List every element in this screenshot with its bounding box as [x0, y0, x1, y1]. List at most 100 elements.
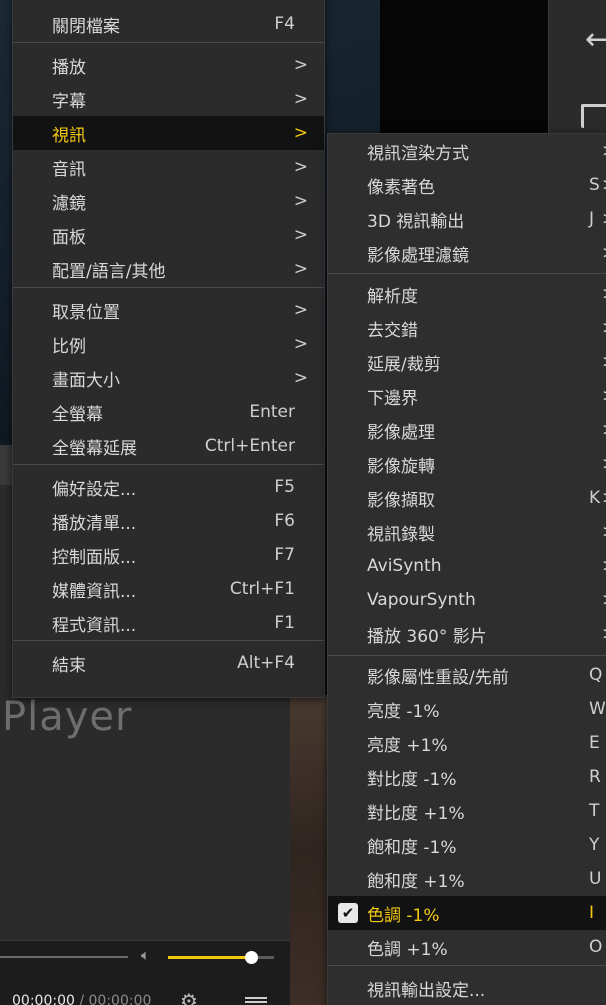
main-menu-item-label: 音訊: [52, 159, 86, 180]
menu-separator: [13, 464, 324, 465]
video-menu-item[interactable]: 播放 360° 影片 >: [328, 617, 606, 651]
video-menu-item[interactable]: ✔ 色調 -1% I: [328, 896, 606, 930]
video-menu-item[interactable]: 亮度 -1% W: [328, 692, 606, 726]
video-menu-item-label: 延展/裁剪: [367, 354, 441, 375]
main-menu-item[interactable]: 視訊 >: [13, 116, 324, 150]
main-menu-item-shortcut: F5: [274, 477, 295, 497]
submenu-arrow-icon: >: [293, 259, 308, 279]
main-menu-item-shortcut: Ctrl+Enter: [204, 436, 295, 456]
video-menu-item-label: 解析度: [367, 286, 418, 307]
main-menu-item[interactable]: 關閉檔案 F4: [13, 7, 324, 41]
hamburger-menu-icon[interactable]: [245, 997, 267, 1005]
folder-icon[interactable]: [581, 104, 606, 128]
video-menu-item[interactable]: 解析度 >: [328, 277, 606, 311]
video-menu-item[interactable]: 視訊渲染方式 >: [328, 134, 606, 168]
main-menu-item-label: 程式資訊...: [52, 615, 137, 636]
main-menu-item[interactable]: 偏好設定... F5: [13, 470, 324, 504]
main-menu-item[interactable]: 配置/語言/其他 >: [13, 252, 324, 286]
video-menu-item[interactable]: 飽和度 -1% Y: [328, 828, 606, 862]
video-menu-item[interactable]: 像素著色 S>: [328, 168, 606, 202]
submenu-arrow-icon: >: [602, 624, 606, 644]
volume-icon[interactable]: 🔈︎: [141, 946, 150, 964]
video-menu-item[interactable]: AviSynth >: [328, 549, 606, 583]
video-menu-item-label: 亮度 -1%: [367, 701, 440, 722]
submenu-arrow-icon: >: [293, 89, 308, 109]
submenu-arrow-icon: >: [293, 55, 308, 75]
video-menu-item-label: 影像處理: [367, 422, 435, 443]
video-menu-item-label: 下邊界: [367, 388, 418, 409]
video-menu-item-shortcut: W: [589, 699, 606, 719]
video-menu-item-shortcut: K: [589, 488, 601, 508]
main-menu-item-label: 全螢幕: [52, 404, 103, 425]
video-menu-item[interactable]: 延展/裁剪 >: [328, 345, 606, 379]
submenu-arrow-icon: >: [602, 590, 606, 610]
main-menu-item[interactable]: 比例 >: [13, 327, 324, 361]
main-menu-item-label: 媒體資訊...: [52, 581, 137, 602]
video-menu-item-label: VapourSynth: [367, 590, 476, 610]
video-submenu: 視訊渲染方式>像素著色S>3D 視訊輸出J>影像處理濾鏡>解析度>去交錯>延展/…: [327, 133, 606, 1005]
menu-separator: [13, 42, 324, 43]
volume-knob[interactable]: [244, 951, 258, 964]
main-menu-item[interactable]: 畫面大小 >: [13, 361, 324, 395]
submenu-arrow-icon: >: [602, 352, 606, 372]
time-display: 00:00:00 / 00:00:00: [12, 993, 151, 1005]
video-menu-item-shortcut: I: [589, 903, 595, 923]
main-menu-item[interactable]: 媒體資訊... Ctrl+F1: [13, 572, 324, 606]
main-menu-item[interactable]: 結束 Alt+F4: [13, 646, 324, 680]
main-menu-item[interactable]: 全螢幕延展 Ctrl+Enter: [13, 429, 324, 463]
video-menu-item[interactable]: 對比度 +1% T: [328, 794, 606, 828]
seek-bar[interactable]: [0, 956, 128, 958]
main-menu-item[interactable]: 播放 >: [13, 48, 324, 82]
video-menu-item[interactable]: 3D 視訊輸出 J >: [328, 202, 606, 236]
main-menu-item[interactable]: 音訊 >: [13, 150, 324, 184]
video-menu-item[interactable]: 亮度 +1% E: [328, 726, 606, 760]
video-menu-item[interactable]: 影像處理 >: [328, 413, 606, 447]
video-menu-item-label: 飽和度 -1%: [367, 837, 457, 858]
volume-slider[interactable]: [168, 951, 274, 964]
submenu-arrow-icon: >: [293, 191, 308, 211]
video-menu-item[interactable]: 影像旋轉 >: [328, 447, 606, 481]
video-menu-item[interactable]: 視訊錄製 >: [328, 515, 606, 549]
menu-separator: [13, 640, 324, 641]
video-menu-item[interactable]: 飽和度 +1% U: [328, 862, 606, 896]
main-menu-item-label: 結束: [52, 655, 86, 676]
submenu-arrow-icon: >: [602, 522, 606, 542]
main-menu-item-shortcut: F6: [274, 511, 295, 531]
menu-separator: [328, 965, 606, 966]
main-menu-item-label: 控制面版...: [52, 547, 137, 568]
video-menu-item[interactable]: 下邊界 >: [328, 379, 606, 413]
video-menu-item[interactable]: 影像處理濾鏡 >: [328, 236, 606, 270]
context-menu: 我的最愛>關閉檔案F4播放>字幕>視訊>音訊>濾鏡>面板>配置/語言/其他>取景…: [12, 0, 325, 698]
gear-icon[interactable]: ⚙: [180, 989, 198, 1005]
video-menu-item[interactable]: 影像屬性重設/先前 Q: [328, 658, 606, 692]
back-arrow-icon[interactable]: ←: [585, 22, 606, 57]
main-menu-item[interactable]: 我的最愛>: [13, 0, 324, 1]
player-watermark: Player: [2, 694, 133, 740]
main-menu-item[interactable]: 面板 >: [13, 218, 324, 252]
video-menu-item[interactable]: VapourSynth >: [328, 583, 606, 617]
main-menu-item[interactable]: 取景位置 >: [13, 293, 324, 327]
video-menu-item-label: 去交錯: [367, 320, 418, 341]
video-menu-item[interactable]: 色調 +1% O: [328, 930, 606, 964]
video-menu-item-label: 對比度 +1%: [367, 803, 465, 824]
main-menu-item[interactable]: 字幕 >: [13, 82, 324, 116]
video-menu-item[interactable]: 去交錯 >: [328, 311, 606, 345]
video-menu-item[interactable]: 對比度 -1% R: [328, 760, 606, 794]
main-menu-item[interactable]: 程式資訊... F1: [13, 606, 324, 640]
main-menu-item[interactable]: 全螢幕 Enter: [13, 395, 324, 429]
main-menu-item[interactable]: 控制面版... F7: [13, 538, 324, 572]
main-menu-item[interactable]: 播放清單... F6: [13, 504, 324, 538]
submenu-arrow-icon: >: [293, 225, 308, 245]
submenu-arrow-icon: >: [602, 141, 606, 161]
video-menu-item-label: 影像屬性重設/先前: [367, 667, 509, 688]
submenu-arrow-icon: >: [293, 334, 308, 354]
video-menu-item-label: 影像旋轉: [367, 456, 435, 477]
main-menu-item[interactable]: 濾鏡 >: [13, 184, 324, 218]
video-menu-item-label: 飽和度 +1%: [367, 871, 465, 892]
video-menu-item[interactable]: 視訊輸出設定...: [328, 971, 606, 1005]
video-menu-item-label: 影像處理濾鏡: [367, 245, 469, 266]
video-menu-item-label: 3D 視訊輸出: [367, 211, 465, 232]
submenu-arrow-icon: >: [602, 454, 606, 474]
main-menu-item-label: 全螢幕延展: [52, 438, 137, 459]
video-menu-item[interactable]: 影像擷取 K>: [328, 481, 606, 515]
